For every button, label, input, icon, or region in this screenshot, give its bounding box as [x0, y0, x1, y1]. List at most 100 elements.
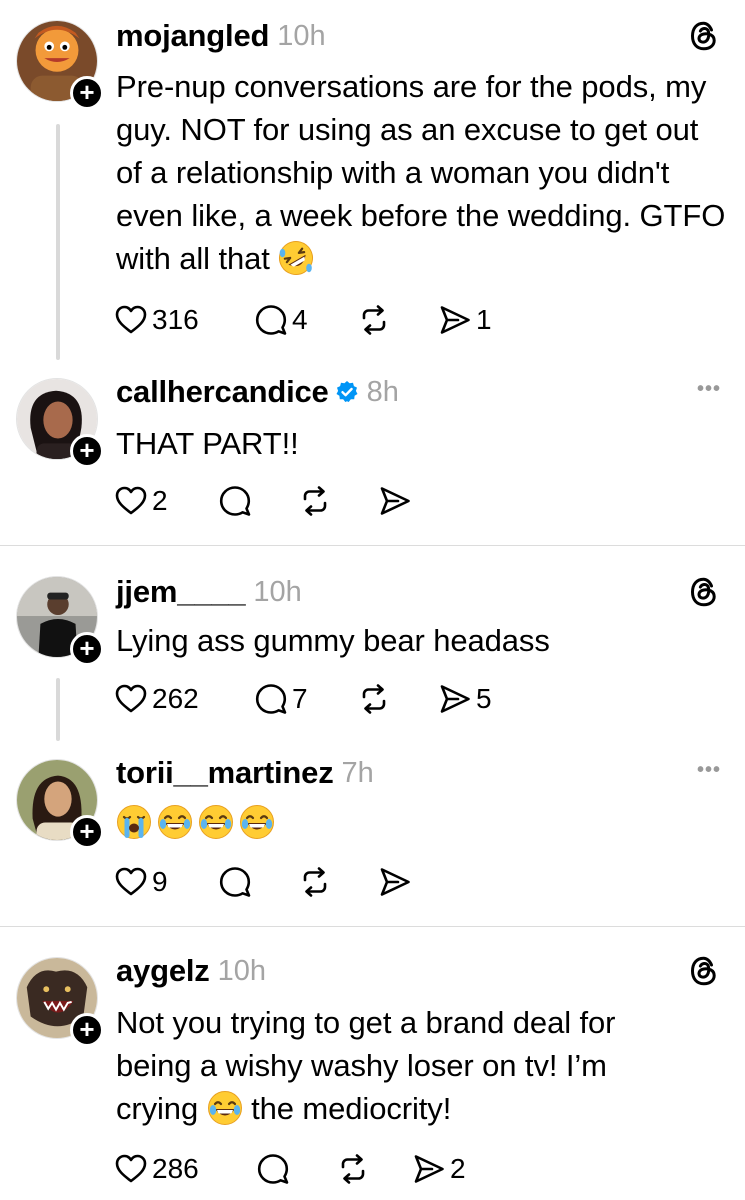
- emoji-reply: [116, 804, 275, 840]
- repost-button[interactable]: [298, 480, 332, 522]
- more-options-icon[interactable]: •••: [697, 759, 721, 782]
- follow-button[interactable]: +: [70, 1013, 104, 1047]
- face-with-tears-of-joy-emoji: [207, 1090, 243, 1126]
- follow-button[interactable]: +: [70, 815, 104, 849]
- like-count: 9: [152, 866, 168, 897]
- post-jjem: + jjem____ 10h Lying ass gummy bear head…: [0, 546, 745, 741]
- like-button[interactable]: 9: [114, 861, 168, 903]
- post-text: Not you trying to get a brand deal for b…: [116, 1001, 726, 1130]
- heart-icon: [114, 1152, 148, 1186]
- reply-icon: [256, 1152, 290, 1186]
- post-header: callhercandice 8h: [116, 372, 399, 412]
- post-header: mojangled 10h: [116, 16, 326, 56]
- repost-icon: [298, 865, 332, 899]
- post-text-fragment: crying: [116, 1091, 199, 1126]
- threads-icon[interactable]: [687, 954, 721, 988]
- share-button[interactable]: [378, 861, 412, 903]
- reply-icon: [218, 484, 252, 518]
- reply-button[interactable]: [218, 480, 252, 522]
- heart-icon: [114, 865, 148, 899]
- timestamp: 10h: [253, 575, 302, 608]
- repost-button[interactable]: [357, 678, 391, 720]
- heart-icon: [114, 303, 148, 337]
- username[interactable]: callhercandice: [116, 374, 329, 410]
- face-with-tears-of-joy-emoji: [157, 804, 193, 840]
- share-button[interactable]: [378, 480, 412, 522]
- like-count: 262: [152, 683, 199, 714]
- timestamp: 10h: [217, 954, 266, 987]
- more-options-icon[interactable]: •••: [697, 378, 721, 401]
- share-count: 1: [476, 304, 492, 335]
- loudly-crying-face-emoji: [116, 804, 152, 840]
- threads-icon[interactable]: [687, 575, 721, 609]
- follow-button[interactable]: +: [70, 76, 104, 110]
- post-text: Lying ass gummy bear headass: [116, 623, 550, 658]
- share-icon: [412, 1152, 446, 1186]
- post-text-content: Pre-nup conversations are for the pods, …: [116, 69, 726, 276]
- heart-icon: [114, 484, 148, 518]
- reply-button[interactable]: 4: [254, 299, 308, 341]
- post-text-line: being a wishy washy loser on tv! I’m: [116, 1048, 607, 1083]
- repost-icon: [357, 303, 391, 337]
- like-button[interactable]: 262: [114, 678, 199, 720]
- reply-count: 4: [292, 304, 308, 335]
- share-icon: [378, 484, 412, 518]
- reply-count: 7: [292, 683, 308, 714]
- avatar-wrap: +: [16, 576, 104, 666]
- post-aygelz: + aygelz 10h Not you trying to get a bra…: [0, 927, 745, 1200]
- like-count: 286: [152, 1153, 199, 1184]
- post-text-line: Not you trying to get a brand deal for: [116, 1005, 616, 1040]
- reply-icon: [254, 303, 288, 337]
- like-button[interactable]: 316: [114, 299, 199, 341]
- username[interactable]: torii__martinez: [116, 755, 334, 791]
- repost-icon: [336, 1152, 370, 1186]
- repost-icon: [298, 484, 332, 518]
- share-icon: [438, 303, 472, 337]
- post-text: THAT PART!!: [116, 426, 299, 461]
- share-button[interactable]: 1: [438, 299, 492, 341]
- reply-icon: [254, 682, 288, 716]
- repost-icon: [357, 682, 391, 716]
- post-header: jjem____ 10h: [116, 572, 302, 612]
- username[interactable]: mojangled: [116, 18, 269, 54]
- post-header: torii__martinez 7h: [116, 753, 374, 793]
- repost-button[interactable]: [298, 861, 332, 903]
- like-button[interactable]: 286: [114, 1148, 199, 1190]
- share-icon: [438, 682, 472, 716]
- avatar-wrap: +: [16, 20, 104, 110]
- share-button[interactable]: 2: [412, 1148, 466, 1190]
- post-text: Pre-nup conversations are for the pods, …: [116, 65, 726, 280]
- timestamp: 7h: [341, 756, 374, 789]
- post-torii-martinez: + torii__martinez 7h ••• 9: [0, 741, 745, 926]
- share-button[interactable]: 5: [438, 678, 492, 720]
- face-with-tears-of-joy-emoji: [198, 804, 234, 840]
- timestamp: 8h: [366, 375, 399, 408]
- avatar-wrap: +: [16, 378, 104, 468]
- follow-button[interactable]: +: [70, 434, 104, 468]
- share-count: 2: [450, 1153, 466, 1184]
- follow-button[interactable]: +: [70, 632, 104, 666]
- heart-icon: [114, 682, 148, 716]
- like-count: 316: [152, 304, 199, 335]
- threads-icon[interactable]: [687, 19, 721, 53]
- share-count: 5: [476, 683, 492, 714]
- timestamp: 10h: [277, 19, 326, 52]
- reply-button[interactable]: 7: [254, 678, 308, 720]
- thread-line: [56, 124, 60, 360]
- reply-button[interactable]: [256, 1148, 290, 1190]
- like-button[interactable]: 2: [114, 480, 168, 522]
- post-text-fragment: the mediocrity!: [251, 1091, 452, 1126]
- post-text-line: crying the mediocrity!: [116, 1087, 726, 1130]
- face-with-tears-of-joy-emoji: [239, 804, 275, 840]
- thread-line: [56, 678, 60, 741]
- rolling-on-floor-laughing-emoji: [278, 240, 314, 276]
- avatar-wrap: +: [16, 957, 104, 1047]
- post-callhercandice: + callhercandice 8h ••• THAT PART!! 2: [0, 360, 745, 545]
- username[interactable]: aygelz: [116, 953, 210, 989]
- username[interactable]: jjem____: [116, 574, 246, 610]
- share-icon: [378, 865, 412, 899]
- reply-button[interactable]: [218, 861, 252, 903]
- reply-icon: [218, 865, 252, 899]
- repost-button[interactable]: [357, 299, 391, 341]
- repost-button[interactable]: [336, 1148, 370, 1190]
